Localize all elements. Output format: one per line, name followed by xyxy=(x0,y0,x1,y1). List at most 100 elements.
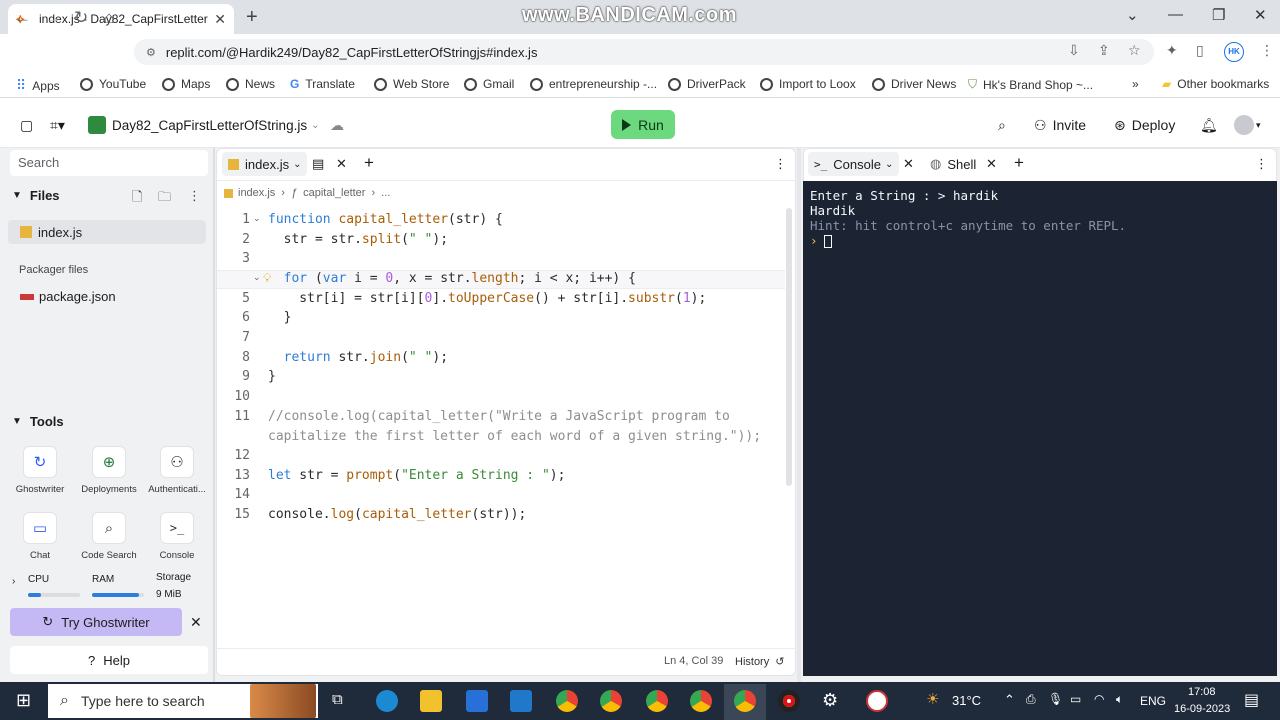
language-indicator[interactable]: ENG xyxy=(1140,694,1166,708)
fold-chevron-icon[interactable]: ⌄ xyxy=(253,272,261,283)
device-icon[interactable]: ⎙ xyxy=(1026,692,1036,707)
bookmark-driver-news[interactable]: Driver News xyxy=(872,77,956,91)
search-icon[interactable]: ⌕ xyxy=(998,112,1006,138)
edge-icon[interactable] xyxy=(376,690,398,712)
bookmark-entrepreneurship[interactable]: entrepreneurship -... xyxy=(530,77,657,91)
console-menu-icon[interactable]: ⋮ xyxy=(1255,156,1268,172)
chevron-right-icon[interactable]: › xyxy=(12,576,15,587)
breadcrumb-function[interactable]: capital_letter xyxy=(303,187,365,199)
editor-scrollbar[interactable] xyxy=(786,208,792,486)
close-icon[interactable]: ✕ xyxy=(190,614,202,631)
reload-icon[interactable]: ↻ xyxy=(74,8,88,28)
bookmark-news[interactable]: News xyxy=(226,77,275,91)
chrome-icon[interactable] xyxy=(690,690,712,712)
chrome-icon[interactable] xyxy=(646,690,668,712)
bookmark-web-store[interactable]: Web Store xyxy=(374,77,449,91)
chrome-icon[interactable] xyxy=(556,690,578,712)
tab-shell[interactable]: ◍ Shell xyxy=(930,156,976,172)
tab-search-icon[interactable]: ⌄ xyxy=(1126,6,1139,24)
chevron-up-icon[interactable]: ⌃ xyxy=(1004,692,1015,708)
fold-chevron-icon[interactable]: ⌄ xyxy=(253,213,261,224)
code-line-4[interactable]: for (var i = 0, x = str.length; i < x; i… xyxy=(268,271,636,286)
close-editor-tab-icon[interactable]: ✕ xyxy=(336,156,347,172)
new-editor-tab-button[interactable]: + xyxy=(364,153,374,173)
code-line-11[interactable]: //console.log(capital_letter("Write a Ja… xyxy=(268,409,730,424)
bookmark-import-to-loox[interactable]: Import to Loox xyxy=(760,77,856,91)
microphone-icon[interactable]: 🎙︎ xyxy=(1048,692,1063,706)
notification-center-icon[interactable]: ▤ xyxy=(1244,690,1259,710)
wifi-icon[interactable]: ◠ xyxy=(1094,692,1104,706)
profile-avatar[interactable]: HK xyxy=(1224,42,1244,62)
editor-menu-icon[interactable]: ⋮ xyxy=(774,156,787,172)
install-icon[interactable]: ⇩ xyxy=(1068,42,1080,59)
home-icon[interactable]: ⌂ xyxy=(104,8,114,28)
bookmark-youtube[interactable]: YouTube xyxy=(80,77,146,91)
share-icon[interactable]: ⇪ xyxy=(1098,42,1110,59)
bookmark-gmail[interactable]: Gmail xyxy=(464,77,514,91)
mail-icon[interactable] xyxy=(510,690,532,712)
back-icon[interactable]: ← xyxy=(14,8,31,28)
site-info-icon[interactable]: ⚙ xyxy=(146,46,156,59)
close-tab-icon[interactable]: ✕ xyxy=(214,11,226,28)
tab-console[interactable]: >_ Console ⌄ xyxy=(808,152,900,176)
console-output[interactable] xyxy=(803,181,1277,676)
toggle-sidebar-icon[interactable]: ▢ xyxy=(20,112,33,138)
close-console-tab-icon[interactable]: ✕ xyxy=(903,156,914,172)
bookmarks-overflow[interactable]: » xyxy=(1132,77,1139,91)
bandicam-record-icon[interactable] xyxy=(778,690,800,712)
close-shell-tab-icon[interactable]: ✕ xyxy=(986,156,997,172)
history-button[interactable]: History ↺ xyxy=(735,655,784,669)
pane-resize-handle[interactable] xyxy=(797,148,801,682)
close-window-icon[interactable]: ✕ xyxy=(1254,6,1267,24)
tool-chat[interactable]: ▭ Chat xyxy=(7,512,73,561)
file-package-json[interactable]: package.json xyxy=(20,289,116,304)
new-file-icon[interactable]: 🗋︎ xyxy=(132,188,142,210)
code-line-15[interactable]: console.log(capital_letter(str)); xyxy=(268,507,526,522)
address-bar[interactable]: ⚙ replit.com/@Hardik249/Day82_CapFirstLe… xyxy=(134,39,1154,65)
browser-tab[interactable]: ⟡ index.js - Day82_CapFirstLetterOf ✕ xyxy=(8,4,234,34)
user-avatar[interactable]: ▾ xyxy=(1234,112,1261,138)
minimize-icon[interactable]: — xyxy=(1168,6,1183,23)
notifications-icon[interactable]: 🔔︎ xyxy=(1200,112,1218,138)
bookmark-translate[interactable]: G Translate xyxy=(290,77,355,91)
weather-icon[interactable]: ☀ xyxy=(926,690,939,708)
code-line-13[interactable]: let str = prompt("Enter a String : "); xyxy=(268,468,565,483)
chrome-icon[interactable] xyxy=(600,690,622,712)
store-icon[interactable] xyxy=(466,690,488,712)
restore-icon[interactable]: ❐ xyxy=(1212,6,1225,24)
console-cursor[interactable] xyxy=(824,235,832,248)
chrome-icon[interactable] xyxy=(734,690,756,712)
editor-tab-index-js[interactable]: index.js ⌄ xyxy=(222,152,308,176)
extensions-icon[interactable]: ✦ xyxy=(1166,42,1178,59)
bookmark-apps[interactable]: ⠿ Apps xyxy=(16,77,60,94)
deploy-button[interactable]: ⊛ Deploy xyxy=(1114,112,1175,138)
tool-deployments[interactable]: ⊕ Deployments xyxy=(76,446,142,495)
clock-date[interactable]: 16-09-2023 xyxy=(1174,703,1230,715)
task-view-icon[interactable]: ⧉ xyxy=(332,691,343,708)
code-line-11-wrap[interactable]: capitalize the first letter of each word… xyxy=(268,429,761,444)
code-line-2[interactable]: str = str.split(" "); xyxy=(268,232,448,247)
try-ghostwriter-button[interactable]: ↻ Try Ghostwriter xyxy=(10,608,182,636)
tool-authentication[interactable]: ⚇ Authenticati... xyxy=(144,446,210,495)
new-tab-button[interactable]: + xyxy=(246,6,258,29)
code-line-9[interactable]: } xyxy=(268,369,276,384)
browser-menu-icon[interactable]: ⋮ xyxy=(1260,42,1274,59)
file-explorer-icon[interactable] xyxy=(420,690,442,712)
sidebar-search-input[interactable]: Search xyxy=(10,150,208,176)
sidebar-resize-handle[interactable] xyxy=(213,148,215,682)
run-button[interactable]: Run xyxy=(611,110,675,139)
bookmark-other[interactable]: ▰ Other bookmarks xyxy=(1162,77,1269,91)
tool-code-search[interactable]: ⌕ Code Search xyxy=(76,512,142,561)
new-console-tab-button[interactable]: + xyxy=(1014,153,1024,173)
invite-button[interactable]: ⚇ Invite xyxy=(1034,112,1086,138)
repl-title[interactable]: Day82_CapFirstLetterOfString.js ⌄ xyxy=(88,112,319,138)
settings-gear-icon[interactable]: ⚙ xyxy=(822,690,838,711)
bookmark-star-icon[interactable]: ☆ xyxy=(1128,42,1141,59)
help-button[interactable]: ? Help xyxy=(10,646,208,674)
file-index-js[interactable]: index.js xyxy=(8,220,206,244)
code-line-5[interactable]: str[i] = str[i][0].toUpperCase() + str[i… xyxy=(268,291,706,306)
new-folder-icon[interactable]: 🗀︎ xyxy=(158,188,171,210)
tools-section-header[interactable]: ▼ Tools xyxy=(12,414,64,429)
breadcrumb-file[interactable]: index.js xyxy=(238,187,275,199)
bookmark-maps[interactable]: Maps xyxy=(162,77,210,91)
